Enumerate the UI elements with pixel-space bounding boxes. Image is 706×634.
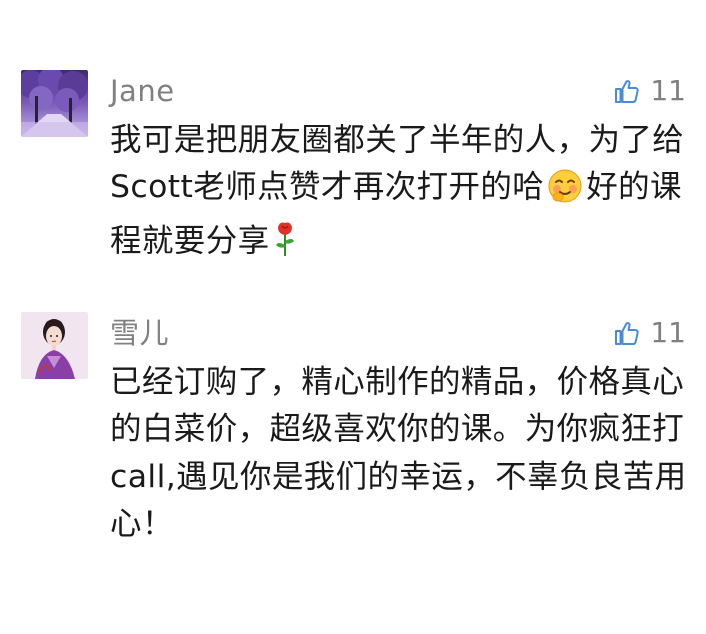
thumbs-up-icon bbox=[614, 320, 640, 346]
avatar[interactable] bbox=[21, 312, 88, 379]
comment-text: 已经订购了，精心制作的精品，价格真心的白菜价，超级喜欢你的课。为你疯狂打call… bbox=[110, 364, 687, 542]
avatar-image bbox=[21, 312, 88, 379]
comment-item: 雪儿 11 已经订购了，精心制作的精品，价格真心的白菜价，超级喜欢你的课。为你疯… bbox=[0, 0, 706, 634]
like-button[interactable]: 11 bbox=[614, 316, 686, 350]
like-count: 11 bbox=[650, 316, 686, 349]
comment-username[interactable]: 雪儿 bbox=[110, 316, 169, 350]
